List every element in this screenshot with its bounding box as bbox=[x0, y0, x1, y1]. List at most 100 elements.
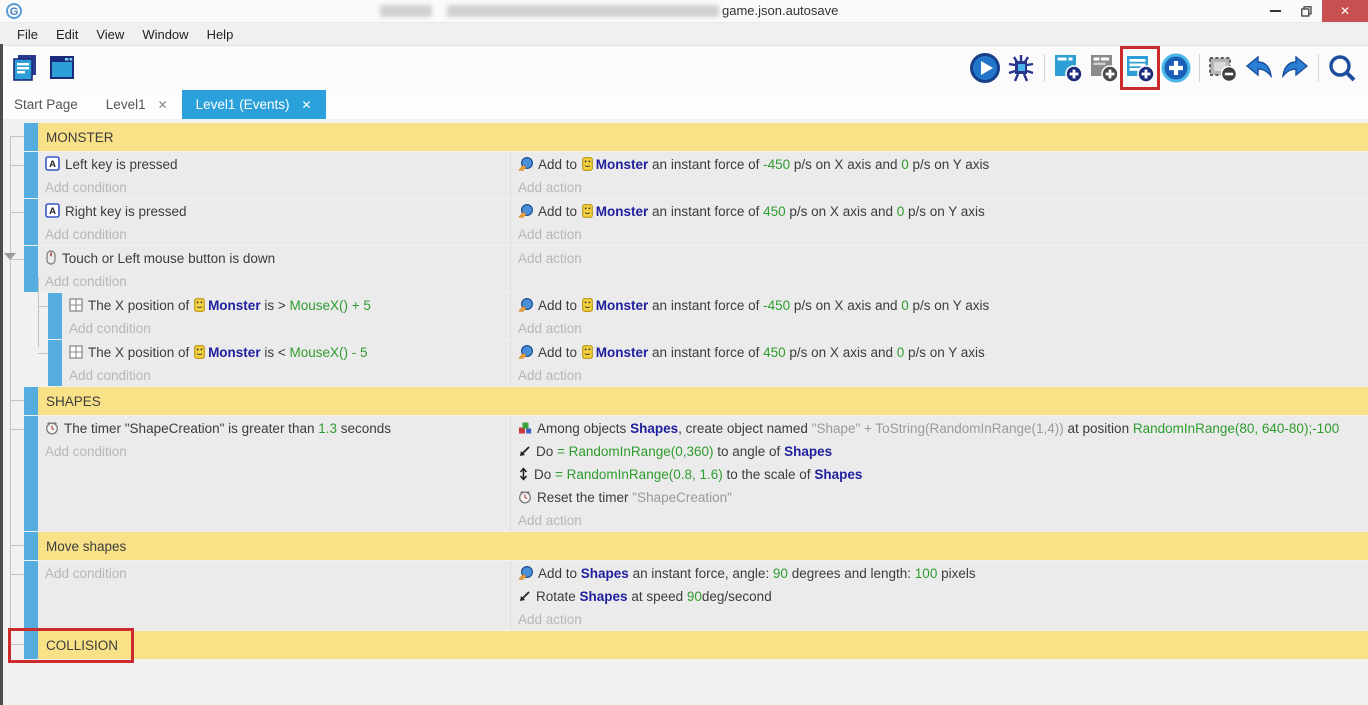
close-icon: ✕ bbox=[1340, 4, 1350, 18]
position-icon bbox=[69, 297, 83, 318]
play-icon bbox=[969, 52, 1001, 84]
add-subevent-button[interactable] bbox=[1050, 49, 1086, 87]
event-row[interactable]: The X position of Monster is < MouseX() … bbox=[0, 340, 1368, 386]
condition-line[interactable]: Touch or Left mouse button is down bbox=[45, 248, 510, 271]
event-group-header[interactable]: Move shapes bbox=[0, 532, 1368, 560]
add-action-link[interactable]: Add action bbox=[518, 224, 1368, 245]
event-handle-bar[interactable] bbox=[24, 416, 38, 531]
add-action-link[interactable]: Add action bbox=[518, 510, 1368, 531]
event-handle-bar[interactable] bbox=[24, 561, 38, 630]
add-event-button[interactable] bbox=[1122, 49, 1158, 87]
tab-start-page[interactable]: Start Page bbox=[0, 90, 92, 119]
add-action-link[interactable]: Add action bbox=[518, 609, 1368, 630]
play-button[interactable] bbox=[967, 49, 1003, 87]
event-handle-bar[interactable] bbox=[24, 532, 38, 560]
menu-help[interactable]: Help bbox=[198, 27, 243, 42]
conditions-cell: ARight key is pressedAdd condition bbox=[38, 199, 510, 245]
menu-file[interactable]: File bbox=[8, 27, 47, 42]
text-segment: 100 bbox=[915, 566, 938, 581]
restore-button[interactable] bbox=[1291, 0, 1322, 22]
tab-level1[interactable]: Level1✕ bbox=[92, 90, 182, 119]
event-handle-bar[interactable] bbox=[24, 387, 38, 415]
condition-line[interactable]: ALeft key is pressed bbox=[45, 154, 510, 177]
event-handle-bar[interactable] bbox=[24, 199, 38, 245]
delete-event-button[interactable] bbox=[1205, 49, 1241, 87]
event-row[interactable]: The X position of Monster is > MouseX() … bbox=[0, 293, 1368, 339]
add-other-event-button[interactable] bbox=[1158, 49, 1194, 87]
event-row[interactable]: ARight key is pressedAdd condition Add to… bbox=[0, 199, 1368, 245]
title-bar: G game.json.autosave ✕ bbox=[0, 0, 1368, 23]
action-line[interactable]: Do = RandomInRange(0,360) to angle of Sh… bbox=[518, 441, 1368, 464]
window-controls: ✕ bbox=[1260, 0, 1368, 22]
text-segment: Add to bbox=[538, 345, 581, 360]
redo-button[interactable] bbox=[1277, 49, 1313, 87]
menu-edit[interactable]: Edit bbox=[47, 27, 87, 42]
close-button[interactable]: ✕ bbox=[1322, 0, 1368, 22]
add-condition-link[interactable]: Add condition bbox=[45, 224, 510, 245]
add-condition-link[interactable]: Add condition bbox=[69, 365, 510, 386]
event-row[interactable]: The timer "ShapeCreation" is greater tha… bbox=[0, 416, 1368, 531]
actions-cell: Add to Monster an instant force of 450 p… bbox=[510, 199, 1368, 245]
add-action-link[interactable]: Add action bbox=[518, 365, 1368, 386]
event-group-header[interactable]: MONSTER bbox=[0, 123, 1368, 151]
text-segment: = RandomInRange(0,360) bbox=[557, 444, 713, 459]
tab-close-icon[interactable]: ✕ bbox=[158, 98, 168, 112]
text-segment: is > bbox=[261, 298, 290, 313]
toolbar-separator bbox=[1318, 54, 1319, 82]
action-line[interactable]: Among objects Shapes, create object name… bbox=[518, 418, 1368, 441]
event-row[interactable]: ALeft key is pressedAdd condition Add to … bbox=[0, 152, 1368, 198]
event-handle-bar[interactable] bbox=[24, 631, 38, 659]
condition-line[interactable]: The X position of Monster is > MouseX() … bbox=[69, 295, 510, 318]
action-line[interactable]: Add to Monster an instant force of -450 … bbox=[518, 154, 1368, 177]
text-segment: an instant force of bbox=[648, 157, 763, 172]
text-segment: degrees and length: bbox=[788, 566, 915, 581]
add-condition-link[interactable]: Add condition bbox=[45, 177, 510, 198]
add-condition-link[interactable]: Add condition bbox=[45, 563, 510, 584]
scene-editor-button[interactable] bbox=[44, 49, 80, 87]
debug-icon bbox=[1005, 52, 1037, 84]
action-line[interactable]: Add to Monster an instant force of -450 … bbox=[518, 295, 1368, 318]
text-segment: at position bbox=[1064, 421, 1133, 436]
tab-level1-events-[interactable]: Level1 (Events)✕ bbox=[182, 90, 326, 119]
add-action-link[interactable]: Add action bbox=[518, 177, 1368, 198]
condition-line[interactable]: ARight key is pressed bbox=[45, 201, 510, 224]
event-row[interactable]: Add condition Add to Shapes an instant fo… bbox=[0, 561, 1368, 630]
condition-line[interactable]: The X position of Monster is < MouseX() … bbox=[69, 342, 510, 365]
conditions-cell: The X position of Monster is < MouseX() … bbox=[62, 340, 510, 386]
menu-window[interactable]: Window bbox=[133, 27, 197, 42]
menu-view[interactable]: View bbox=[87, 27, 133, 42]
add-condition-link[interactable]: Add condition bbox=[69, 318, 510, 339]
object-name: Shapes bbox=[580, 589, 628, 604]
create-icon bbox=[518, 420, 532, 441]
search-button[interactable] bbox=[1324, 49, 1360, 87]
event-group-header[interactable]: COLLISION bbox=[0, 631, 1368, 659]
text-segment: p/s on Y axis bbox=[904, 204, 985, 219]
event-handle-bar[interactable] bbox=[48, 293, 62, 339]
add-condition-link[interactable]: Add condition bbox=[45, 271, 510, 292]
action-line[interactable]: Add to Shapes an instant force, angle: 9… bbox=[518, 563, 1368, 586]
event-handle-bar[interactable] bbox=[24, 246, 38, 292]
event-row[interactable]: Touch or Left mouse button is downAdd co… bbox=[0, 246, 1368, 292]
debug-button[interactable] bbox=[1003, 49, 1039, 87]
event-handle-bar[interactable] bbox=[48, 340, 62, 386]
event-handle-bar[interactable] bbox=[24, 123, 38, 151]
action-line[interactable]: Add to Monster an instant force of 450 p… bbox=[518, 201, 1368, 224]
collapse-expander-icon[interactable] bbox=[4, 253, 16, 260]
condition-line[interactable]: The timer "ShapeCreation" is greater tha… bbox=[45, 418, 510, 441]
add-action-link[interactable]: Add action bbox=[518, 318, 1368, 339]
undo-button[interactable] bbox=[1241, 49, 1277, 87]
text-segment: -450 bbox=[763, 157, 790, 172]
gdevelop-window: G game.json.autosave ✕ FileEditViewWindo… bbox=[0, 0, 1368, 705]
project-manager-button[interactable] bbox=[8, 49, 44, 87]
action-line[interactable]: Rotate Shapes at speed 90deg/second bbox=[518, 586, 1368, 609]
event-handle-bar[interactable] bbox=[24, 152, 38, 198]
add-comment-button[interactable] bbox=[1086, 49, 1122, 87]
minimize-button[interactable] bbox=[1260, 0, 1291, 22]
action-line[interactable]: Add to Monster an instant force of 450 p… bbox=[518, 342, 1368, 365]
add-condition-link[interactable]: Add condition bbox=[45, 441, 510, 462]
add-action-link[interactable]: Add action bbox=[518, 248, 1368, 269]
event-group-header[interactable]: SHAPES bbox=[0, 387, 1368, 415]
action-line[interactable]: Reset the timer "ShapeCreation" bbox=[518, 487, 1368, 510]
tab-close-icon[interactable]: ✕ bbox=[301, 98, 311, 112]
action-line[interactable]: Do = RandomInRange(0.8, 1.6) to the scal… bbox=[518, 464, 1368, 487]
